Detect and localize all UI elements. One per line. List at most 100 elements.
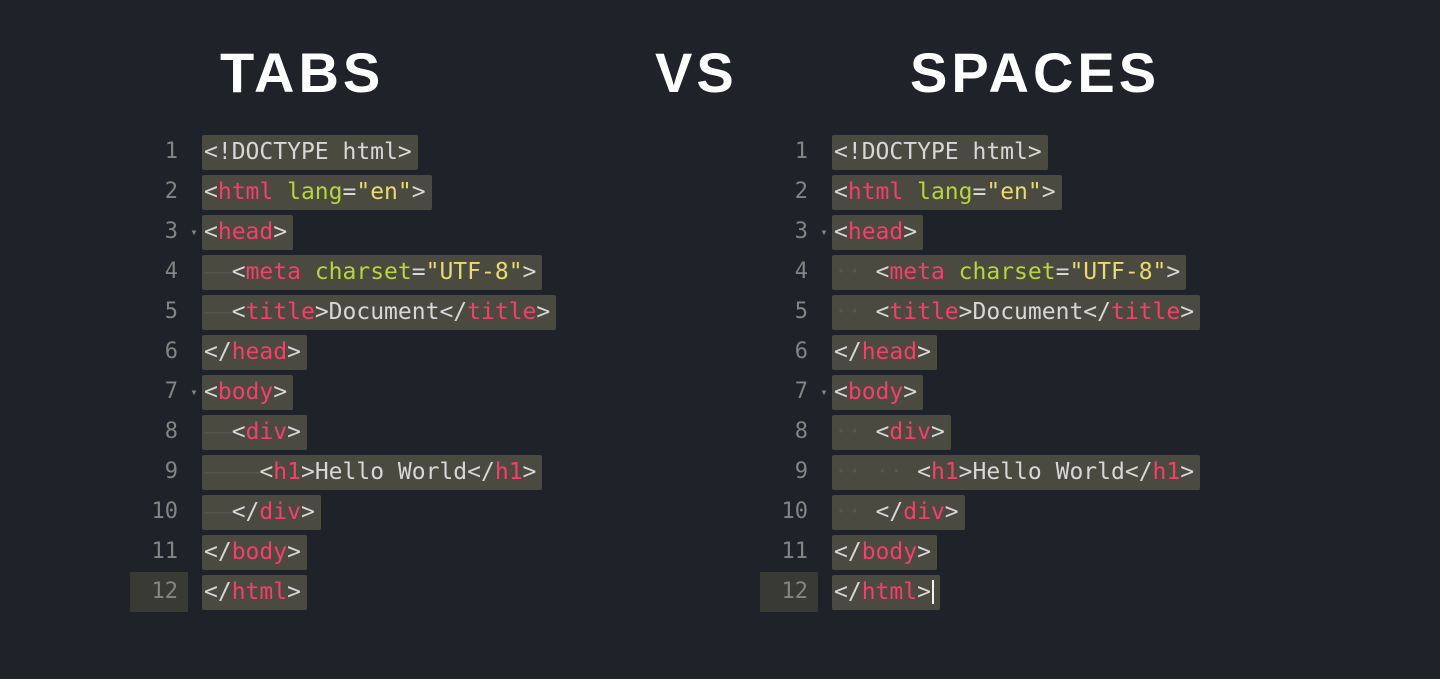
token-p: > bbox=[931, 412, 945, 452]
token-p: > bbox=[398, 132, 412, 172]
code-line[interactable]: 12</html> bbox=[130, 572, 556, 612]
token-tg: title bbox=[889, 292, 958, 332]
token-p: < bbox=[259, 452, 273, 492]
token-p: < bbox=[876, 252, 890, 292]
fold-chevron-icon[interactable]: ▾ bbox=[818, 372, 832, 412]
code-line[interactable]: 5——<title>Document</title> bbox=[130, 292, 556, 332]
token-tg: body bbox=[218, 372, 273, 412]
token-tg: head bbox=[232, 332, 287, 372]
token-p: > bbox=[959, 292, 973, 332]
code-content[interactable]: ——<meta charset="UTF-8"> bbox=[202, 255, 542, 290]
code-line[interactable]: 10——</div> bbox=[130, 492, 556, 532]
code-editor-spaces[interactable]: 1<!DOCTYPE html>2<html lang="en">3▾<head… bbox=[760, 132, 1200, 612]
code-content[interactable]: <head> bbox=[202, 215, 293, 250]
token-p: > bbox=[523, 452, 537, 492]
token-p: > bbox=[301, 492, 315, 532]
code-content[interactable]: </body> bbox=[202, 535, 307, 570]
code-line[interactable]: 4 ——<meta charset="UTF-8"> bbox=[130, 252, 556, 292]
line-number: 8 bbox=[130, 412, 188, 452]
token-p: > bbox=[917, 532, 931, 572]
code-line[interactable]: 7▾<body> bbox=[760, 372, 1200, 412]
line-number: 12 bbox=[760, 572, 818, 612]
code-line[interactable]: 6</head> bbox=[130, 332, 556, 372]
token-p: < bbox=[917, 452, 931, 492]
code-content[interactable]: ——<title>Document</title> bbox=[202, 295, 556, 330]
code-content[interactable]: </body> bbox=[832, 535, 937, 570]
code-content[interactable]: ·· <title>Document</title> bbox=[832, 295, 1200, 330]
code-content[interactable]: ————<h1>Hello World</h1> bbox=[202, 455, 542, 490]
token-p: < bbox=[876, 412, 890, 452]
code-line[interactable]: 1 <!DOCTYPE html> bbox=[130, 132, 556, 172]
code-line[interactable]: 9————<h1>Hello World</h1> bbox=[130, 452, 556, 492]
code-content[interactable]: <html lang="en"> bbox=[202, 175, 432, 210]
token-tg: title bbox=[1111, 292, 1180, 332]
token-p: < bbox=[204, 212, 218, 252]
code-content[interactable]: ——</div> bbox=[202, 495, 321, 530]
code-line[interactable]: 10·· </div> bbox=[760, 492, 1200, 532]
code-line[interactable]: 8·· <div> bbox=[760, 412, 1200, 452]
code-line[interactable]: 2 <html lang="en"> bbox=[130, 172, 556, 212]
code-line[interactable]: 6</head> bbox=[760, 332, 1200, 372]
code-content[interactable]: <html lang="en"> bbox=[832, 175, 1062, 210]
code-content[interactable]: <body> bbox=[832, 375, 923, 410]
token-p: > bbox=[412, 172, 426, 212]
code-content[interactable]: </html> bbox=[832, 575, 940, 610]
token-p bbox=[903, 172, 917, 212]
token-p: < bbox=[834, 172, 848, 212]
code-content[interactable]: </head> bbox=[832, 335, 937, 370]
line-number: 9 bbox=[760, 452, 818, 492]
token-tg: html bbox=[232, 572, 287, 612]
token-p: </ bbox=[1125, 452, 1153, 492]
line-number: 11 bbox=[130, 532, 188, 572]
token-p: < bbox=[834, 372, 848, 412]
code-line[interactable]: 5 ·· <title>Document</title> bbox=[760, 292, 1200, 332]
code-line[interactable]: 11 </body> bbox=[130, 532, 556, 572]
token-p: > bbox=[1042, 172, 1056, 212]
token-tg: head bbox=[862, 332, 917, 372]
code-content[interactable]: </html> bbox=[202, 575, 307, 610]
code-line[interactable]: 3▾<head> bbox=[130, 212, 556, 252]
code-line[interactable]: 12 </html> bbox=[760, 572, 1200, 612]
token-p: > bbox=[287, 332, 301, 372]
heading-vs: VS bbox=[655, 40, 738, 105]
code-content[interactable]: <!DOCTYPE html> bbox=[202, 135, 418, 170]
code-content[interactable]: ——<div> bbox=[202, 415, 307, 450]
code-line[interactable]: 3▾<head> bbox=[760, 212, 1200, 252]
code-line[interactable]: 1<!DOCTYPE html> bbox=[760, 132, 1200, 172]
fold-chevron-icon[interactable]: ▾ bbox=[818, 212, 832, 252]
token-p: </ bbox=[1083, 292, 1111, 332]
token-p: </ bbox=[467, 452, 495, 492]
fold-chevron-icon[interactable]: ▾ bbox=[188, 212, 202, 252]
code-line[interactable]: 11 </body> bbox=[760, 532, 1200, 572]
token-p bbox=[301, 252, 315, 292]
line-number: 2 bbox=[130, 172, 188, 212]
code-line[interactable]: 8 ——<div> bbox=[130, 412, 556, 452]
token-p: > bbox=[945, 492, 959, 532]
code-content[interactable]: ·· <div> bbox=[832, 415, 951, 450]
token-p: > bbox=[315, 292, 329, 332]
token-tg: head bbox=[218, 212, 273, 252]
code-editor-tabs[interactable]: 1 <!DOCTYPE html> 2 <html lang="en">3▾<head… bbox=[130, 132, 556, 612]
code-line[interactable]: 9 ·· ·· <h1>Hello World</h1> bbox=[760, 452, 1200, 492]
code-content[interactable]: ·· <meta charset="UTF-8"> bbox=[832, 255, 1186, 290]
code-line[interactable]: 4·· <meta charset="UTF-8"> bbox=[760, 252, 1200, 292]
code-content[interactable]: <!DOCTYPE html> bbox=[832, 135, 1048, 170]
line-number: 4 bbox=[130, 252, 188, 292]
token-tg: title bbox=[246, 292, 315, 332]
line-number: 5 bbox=[760, 292, 818, 332]
code-line[interactable]: 2<html lang="en"> bbox=[760, 172, 1200, 212]
code-line[interactable]: 7▾<body> bbox=[130, 372, 556, 412]
line-number: 1 bbox=[130, 132, 188, 172]
code-content[interactable]: ·· ·· <h1>Hello World</h1> bbox=[832, 455, 1200, 490]
token-tg: html bbox=[848, 172, 903, 212]
token-at: lang bbox=[917, 172, 972, 212]
tab-indent-guide: —— bbox=[204, 252, 232, 292]
token-tg: div bbox=[903, 492, 945, 532]
code-content[interactable]: </head> bbox=[202, 335, 307, 370]
token-at: charset bbox=[959, 252, 1056, 292]
line-number: 11 bbox=[760, 532, 818, 572]
code-content[interactable]: ·· </div> bbox=[832, 495, 965, 530]
code-content[interactable]: <head> bbox=[832, 215, 923, 250]
code-content[interactable]: <body> bbox=[202, 375, 293, 410]
fold-chevron-icon[interactable]: ▾ bbox=[188, 372, 202, 412]
